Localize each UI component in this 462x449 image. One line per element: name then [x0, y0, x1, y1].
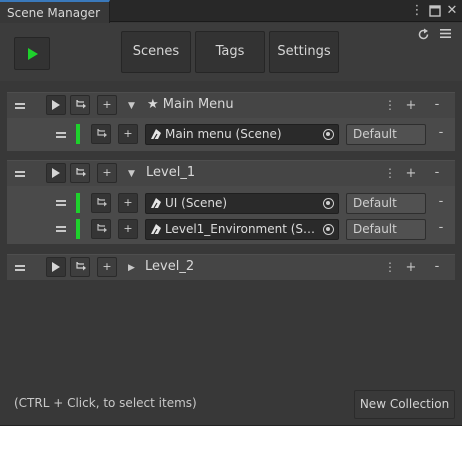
- tag-dropdown[interactable]: Default: [346, 193, 426, 214]
- scene-manager-window: Scene Manager ⋮ ✕ Scenes Tags Settings +…: [0, 0, 462, 426]
- scene-field[interactable]: UI (Scene): [145, 193, 339, 214]
- play-collection-button[interactable]: [46, 257, 66, 277]
- foldout-down-icon[interactable]: ▼: [128, 101, 138, 111]
- tag-dropdown[interactable]: Default: [346, 124, 426, 145]
- open-additive-button[interactable]: [70, 95, 90, 115]
- remove-button[interactable]: -: [431, 166, 443, 180]
- collection-scenes: + UI (Scene) Default - + Level1_Environm…: [7, 186, 455, 244]
- open-additive-button[interactable]: [91, 124, 111, 144]
- collection-title[interactable]: Level_2: [145, 259, 194, 274]
- collection-menu-icon[interactable]: ⋮: [384, 98, 396, 112]
- collection-title[interactable]: Level_1: [146, 165, 195, 180]
- object-picker-icon[interactable]: [323, 129, 334, 140]
- add-button[interactable]: +: [405, 167, 417, 181]
- tab-scenes[interactable]: Scenes: [121, 31, 191, 73]
- tag-dropdown[interactable]: Default: [346, 219, 426, 240]
- hint-text: (CTRL + Click, to select items): [14, 396, 197, 410]
- remove-scene-button[interactable]: -: [435, 126, 447, 140]
- scene-active-indicator: [76, 219, 80, 239]
- add-scene-button[interactable]: +: [97, 95, 117, 115]
- scene-active-indicator: [76, 124, 80, 144]
- scene-name: Main menu (Scene): [165, 127, 282, 141]
- tab-tags[interactable]: Tags: [195, 31, 265, 73]
- title-bar: Scene Manager ⋮ ✕: [0, 0, 462, 23]
- add-scene-button[interactable]: +: [97, 163, 117, 183]
- add-scene-button[interactable]: +: [118, 193, 138, 213]
- collection-menu-icon[interactable]: ⋮: [384, 260, 396, 274]
- drag-handle-icon[interactable]: [56, 225, 66, 233]
- collection-header[interactable]: + ▼ ★ Main Menu ⋮ + -: [7, 92, 455, 118]
- scene-field[interactable]: Level1_Environment (Scene): [145, 219, 339, 240]
- collection-scenes: + Main menu (Scene) Default -: [7, 118, 455, 151]
- unity-scene-icon: [151, 129, 161, 140]
- play-collection-button[interactable]: [46, 163, 66, 183]
- scene-active-indicator: [76, 193, 80, 213]
- unity-scene-icon: [151, 198, 161, 209]
- drag-handle-icon[interactable]: [56, 199, 66, 207]
- foldout-down-icon[interactable]: ▼: [128, 169, 138, 179]
- scene-field[interactable]: Main menu (Scene): [145, 124, 339, 145]
- add-scene-button[interactable]: +: [97, 257, 117, 277]
- foldout-right-icon[interactable]: ▶: [128, 263, 138, 273]
- drag-handle-icon[interactable]: [15, 102, 25, 110]
- unity-scene-icon: [151, 224, 161, 235]
- object-picker-icon[interactable]: [323, 198, 334, 209]
- menu-icon[interactable]: [440, 28, 454, 42]
- play-collection-button[interactable]: [46, 95, 66, 115]
- collection-title[interactable]: ★ Main Menu: [147, 97, 234, 112]
- add-button[interactable]: +: [405, 261, 417, 275]
- collection-header[interactable]: + ▶ Level_2 ⋮ + -: [7, 254, 455, 280]
- tab-settings[interactable]: Settings: [269, 31, 339, 73]
- scene-name: UI (Scene): [165, 196, 228, 210]
- toolbar: Scenes Tags Settings: [0, 23, 462, 81]
- scene-name: Level1_Environment (Scene): [165, 222, 318, 236]
- play-button[interactable]: [14, 37, 50, 70]
- add-button[interactable]: +: [405, 99, 417, 113]
- play-icon: [28, 48, 38, 60]
- window-tab-label: Scene Manager: [7, 6, 100, 20]
- remove-button[interactable]: -: [431, 98, 443, 112]
- kebab-icon[interactable]: ⋮: [410, 3, 424, 19]
- object-picker-icon[interactable]: [323, 224, 334, 235]
- star-icon: ★: [147, 97, 159, 112]
- open-additive-button[interactable]: [70, 257, 90, 277]
- drag-handle-icon[interactable]: [15, 170, 25, 178]
- maximize-icon[interactable]: [428, 3, 442, 19]
- refresh-icon[interactable]: [417, 28, 431, 42]
- remove-button[interactable]: -: [431, 260, 443, 274]
- add-scene-button[interactable]: +: [118, 124, 138, 144]
- open-additive-button[interactable]: [70, 163, 90, 183]
- add-scene-button[interactable]: +: [118, 219, 138, 239]
- close-icon[interactable]: ✕: [445, 3, 459, 19]
- collection-header[interactable]: + ▼ Level_1 ⋮ + -: [7, 160, 455, 186]
- drag-handle-icon[interactable]: [56, 131, 66, 139]
- remove-scene-button[interactable]: -: [435, 195, 447, 209]
- window-tab[interactable]: Scene Manager: [0, 0, 110, 23]
- new-collection-button[interactable]: New Collection: [354, 390, 455, 419]
- remove-scene-button[interactable]: -: [435, 221, 447, 235]
- open-additive-button[interactable]: [91, 219, 111, 239]
- collection-menu-icon[interactable]: ⋮: [384, 166, 396, 180]
- open-additive-button[interactable]: [91, 193, 111, 213]
- drag-handle-icon[interactable]: [15, 264, 25, 272]
